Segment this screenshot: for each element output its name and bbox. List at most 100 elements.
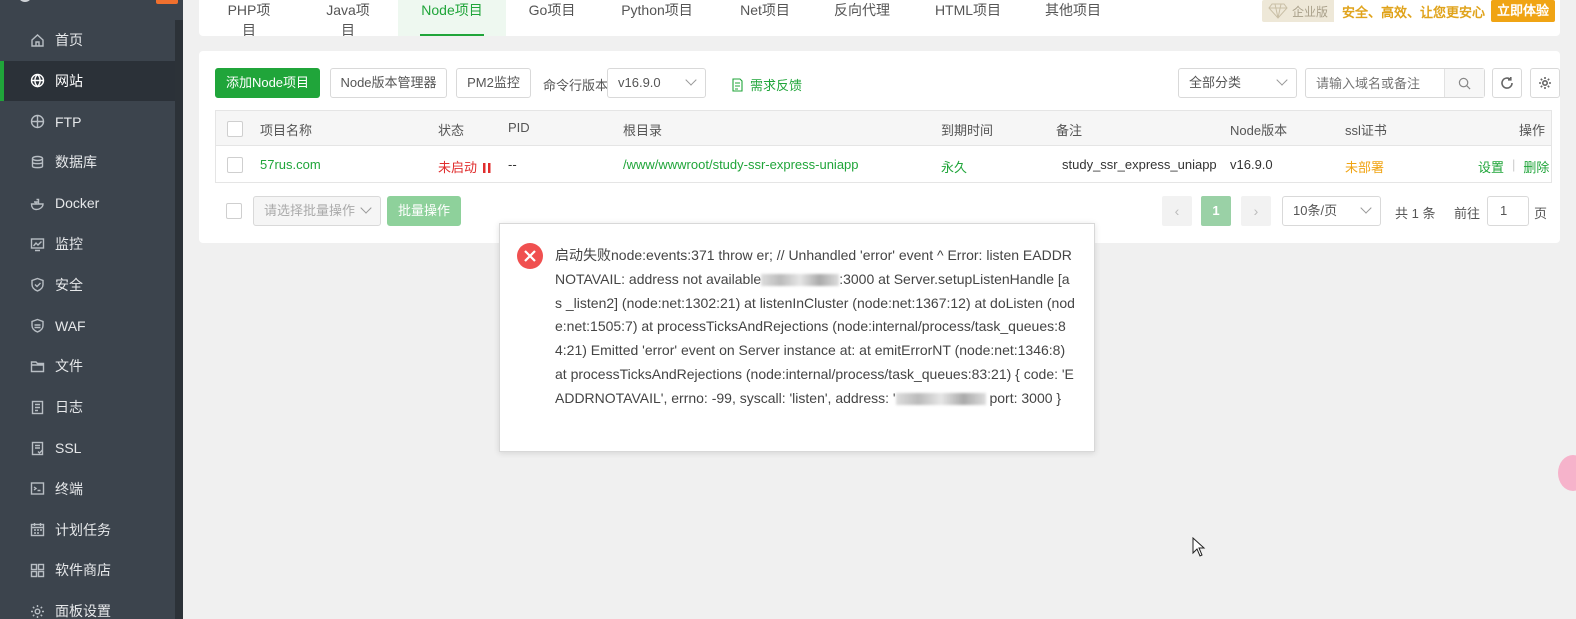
node-version-manager-button[interactable]: Node版本管理器 [330,68,447,98]
sidebar-item-waf[interactable]: WAF [0,306,175,346]
header-ssl: ssl证书 [1345,123,1387,138]
table-header: 项目名称 状态 PID 根目录 到期时间 备注 Node版本 ssl证书 操作 [216,111,1551,146]
tab-other[interactable]: 其他项目 [1045,0,1101,36]
redacted-address [895,393,986,406]
action-divider: | [1512,157,1516,172]
chevron-down-icon [1276,74,1288,86]
feedback-link[interactable]: 需求反馈 [731,75,802,94]
cli-version-select[interactable]: v16.9.0 [607,68,706,98]
header-expire[interactable]: 到期时间 [941,120,993,139]
edit-note-icon [732,77,743,92]
tab-java[interactable]: Java项目 [320,0,376,38]
ssl-icon [29,440,45,456]
tab-net[interactable]: Net项目 [738,0,792,36]
header-name[interactable]: 项目名称 [260,120,312,139]
project-name-link[interactable]: 57rus.com [260,157,321,172]
tab-node[interactable]: Node项目 [398,0,506,36]
next-page-button[interactable]: › [1241,196,1271,226]
category-select[interactable]: 全部分类 [1178,68,1297,98]
sidebar-item-label: 监控 [55,236,83,252]
chevron-down-icon [685,74,697,86]
sidebar-item-label: Docker [55,195,100,212]
delete-link[interactable]: 删除 [1523,157,1549,176]
goto-page-input[interactable]: 1 [1487,196,1529,226]
cli-version-label: 命令行版本 [543,78,609,93]
try-now-button[interactable]: 立即体验 [1491,0,1556,22]
row-checkbox[interactable] [227,157,243,173]
sidebar-item-label: 文件 [55,358,83,375]
sidebar-item-monitor[interactable]: 监控 [0,224,175,264]
node-version-value: v16.9.0 [1230,157,1273,172]
home-icon [29,32,45,48]
batch-operation-button[interactable]: 批量操作 [387,196,461,226]
search-icon [1458,77,1471,89]
chevron-down-icon [360,202,372,214]
tab-php[interactable]: PHP项目 [221,0,277,38]
sidebar-item-terminal[interactable]: 终端 [0,469,175,509]
root-path-link[interactable]: /www/wwwroot/study-ssr-express-uniapp [623,157,859,172]
database-icon [29,154,45,170]
settings-link[interactable]: 设置 [1478,157,1504,176]
sidebar-scrollbar[interactable] [175,20,183,619]
settings-button[interactable] [1530,68,1560,98]
tab-python[interactable]: Python项目 [619,0,695,36]
search-button[interactable] [1444,69,1484,97]
enterprise-promo: 企业版 安全、高效、让您更安心 立即体验 [1262,0,1556,22]
ssl-status-link[interactable]: 未部署 [1345,157,1384,176]
batch-operation-select[interactable]: 请选择批量操作 [253,196,381,226]
sidebar-item-apps[interactable]: 软件商店 [0,550,175,590]
error-text-2: :3000 at Server.setupListenHandle [as _l… [555,270,1075,406]
sidebar-item-ssl[interactable]: SSL [0,428,175,468]
tab-reverse-proxy[interactable]: 反向代理 [834,0,890,36]
node-project-panel: 添加Node项目 Node版本管理器 PM2监控 命令行版本 v16.9.0 需… [199,51,1560,243]
refresh-icon [1501,77,1513,89]
header-ops: 操作 [1519,123,1546,138]
sidebar-item-gear[interactable]: 面板设置 [0,591,175,619]
sidebar-item-ftp[interactable]: FTP [0,102,175,142]
header-remark: 备注 [1056,123,1083,138]
sidebar-item-folder[interactable]: 文件 [0,346,175,386]
apps-icon [29,562,45,578]
monitor-icon [29,236,45,252]
error-icon [517,243,543,269]
page-size-value: 10条/页 [1293,203,1338,218]
sidebar-item-docker[interactable]: Docker [0,183,175,223]
tab-go[interactable]: Go项目 [528,0,576,36]
refresh-button[interactable] [1492,68,1522,98]
tab-html[interactable]: HTML项目 [933,0,1003,36]
sidebar-item-label: 终端 [55,480,83,497]
sidebar-item-log[interactable]: 日志 [0,387,175,427]
waf-icon [29,318,45,334]
sidebar-item-shield[interactable]: 安全 [0,265,175,305]
sidebar-item-label: 日志 [55,399,83,416]
log-icon [29,399,45,415]
status-text: 未启动 [438,160,478,175]
add-node-project-button[interactable]: 添加Node项目 [215,68,320,98]
expire-value[interactable]: 永久 [941,157,967,176]
prev-page-button[interactable]: ‹ [1162,196,1192,226]
pm2-monitor-button[interactable]: PM2监控 [456,68,531,98]
page-size-select[interactable]: 10条/页 [1282,196,1381,226]
feedback-label: 需求反馈 [750,78,803,93]
remark-value[interactable]: study_ssr_express_uniapp [1062,157,1217,172]
bottom-select-all-checkbox[interactable] [226,203,242,219]
enterprise-label: 企业版 [1292,4,1329,19]
sidebar-item-database[interactable]: 数据库 [0,142,175,182]
floating-assistant-button[interactable] [1558,455,1576,491]
status-toggle[interactable]: 未启动 [438,157,491,176]
sidebar-item-calendar[interactable]: 计划任务 [0,510,175,550]
pid-value: -- [508,157,517,172]
header-status[interactable]: 状态 [438,120,464,139]
docker-icon [29,195,45,211]
notification-badge[interactable] [156,0,178,4]
sidebar-item-label: WAF [55,317,86,334]
sidebar-item-home[interactable]: 首页 [0,20,175,60]
goto-label: 前往 [1454,206,1481,221]
select-all-checkbox[interactable] [227,121,243,137]
search-input[interactable] [1306,69,1442,97]
gear-icon [29,603,45,619]
sidebar-item-globe[interactable]: 网站 [0,60,175,101]
batch-select-value: 请选择批量操作 [264,203,356,218]
header-root: 根目录 [623,123,663,138]
page-current[interactable]: 1 [1201,196,1231,226]
